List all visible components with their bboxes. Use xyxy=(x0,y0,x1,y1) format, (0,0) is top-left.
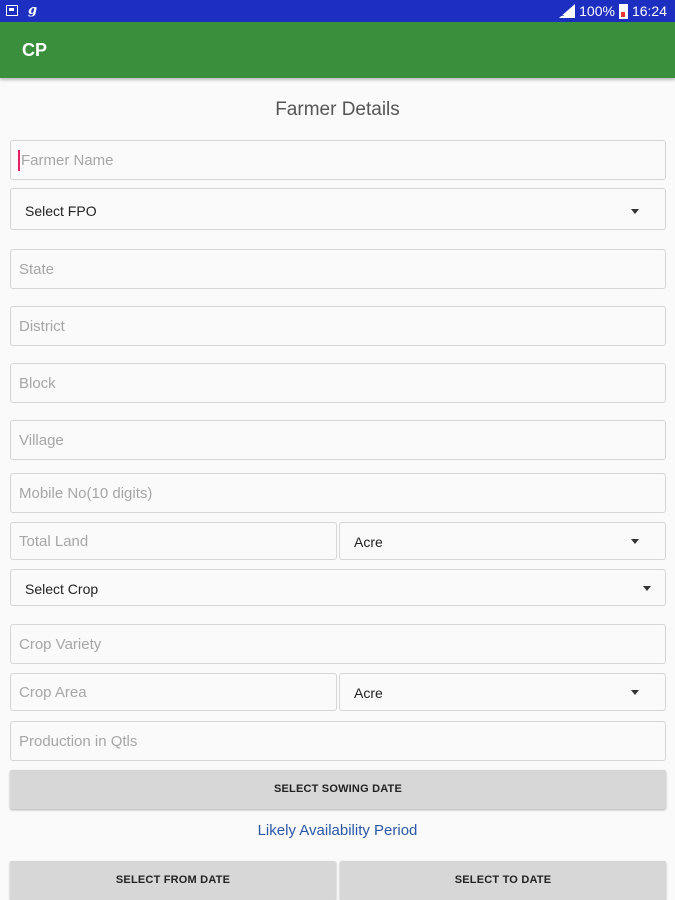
crop-area-unit-value: Acre xyxy=(354,685,383,701)
select-sowing-date-button[interactable]: SELECT SOWING DATE xyxy=(10,770,666,809)
status-bar: g E 100% 16:24 xyxy=(0,0,675,22)
select-from-date-label: SELECT FROM DATE xyxy=(115,874,231,886)
select-to-date-button[interactable]: SELECT TO DATE xyxy=(340,861,666,900)
crop-select[interactable]: Select Crop xyxy=(10,569,666,606)
form-title: Farmer Details xyxy=(275,99,400,120)
village-input[interactable]: Village xyxy=(10,420,666,460)
state-input[interactable]: State xyxy=(10,249,666,289)
farmer-name-input[interactable]: Farmer Name xyxy=(10,140,666,180)
fpo-select[interactable]: Select FPO xyxy=(10,188,666,230)
select-to-date-label: SELECT TO DATE xyxy=(454,874,552,886)
text-cursor xyxy=(18,150,20,171)
total-land-unit-value: Acre xyxy=(354,534,383,550)
farmer-name-placeholder: Farmer Name xyxy=(21,152,114,169)
production-input[interactable]: Production in Qtls xyxy=(10,721,666,761)
app-title: CP xyxy=(22,40,48,60)
svg-text:E: E xyxy=(560,10,564,18)
block-input[interactable]: Block xyxy=(10,363,666,403)
select-sowing-date-label: SELECT SOWING DATE xyxy=(273,783,403,795)
chevron-down-icon xyxy=(631,209,639,214)
chevron-down-icon xyxy=(631,690,639,695)
state-placeholder: State xyxy=(19,261,55,278)
notification-app-icon: g xyxy=(28,3,38,18)
crop-select-value: Select Crop xyxy=(25,581,99,597)
notification-image-icon xyxy=(6,5,18,16)
block-placeholder: Block xyxy=(19,375,56,392)
clock-time: 16:24 xyxy=(631,3,667,19)
total-land-input[interactable]: Total Land xyxy=(10,522,337,560)
crop-variety-placeholder: Crop Variety xyxy=(19,636,102,653)
district-input[interactable]: District xyxy=(10,306,666,346)
availability-period-label: Likely Availability Period xyxy=(257,822,418,839)
total-land-placeholder: Total Land xyxy=(19,533,89,550)
chevron-down-icon xyxy=(643,586,651,591)
chevron-down-icon xyxy=(631,539,639,544)
select-from-date-button[interactable]: SELECT FROM DATE xyxy=(10,861,336,900)
village-placeholder: Village xyxy=(19,432,64,449)
total-land-unit-select[interactable]: Acre xyxy=(339,522,666,560)
signal-icon: E xyxy=(559,4,576,18)
district-placeholder: District xyxy=(19,318,65,335)
battery-icon xyxy=(618,3,628,19)
production-placeholder: Production in Qtls xyxy=(19,733,138,750)
crop-area-unit-select[interactable]: Acre xyxy=(339,673,666,711)
app-bar: CP xyxy=(0,22,675,78)
crop-area-input[interactable]: Crop Area xyxy=(10,673,337,711)
crop-area-placeholder: Crop Area xyxy=(19,684,87,701)
battery-percent: 100% xyxy=(579,3,615,19)
fpo-select-value: Select FPO xyxy=(25,203,97,219)
crop-variety-input[interactable]: Crop Variety xyxy=(10,624,666,664)
mobile-number-placeholder: Mobile No(10 digits) xyxy=(19,485,153,502)
mobile-number-input[interactable]: Mobile No(10 digits) xyxy=(10,473,666,513)
